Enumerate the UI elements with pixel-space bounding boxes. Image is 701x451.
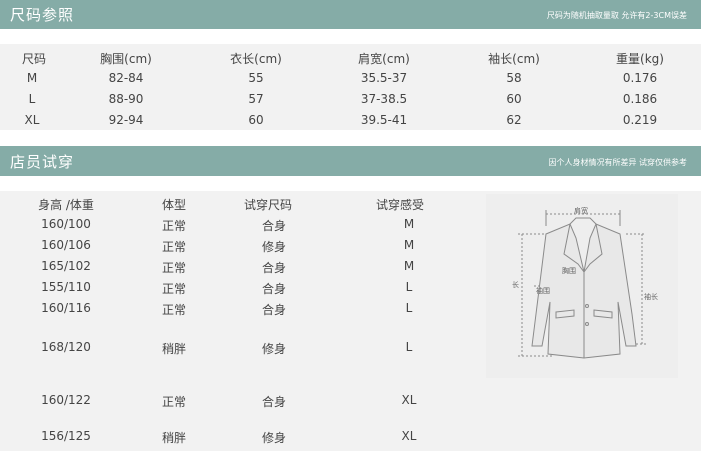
diagram-label-chest: 胸围 [562,267,576,275]
size-cell: 60 [506,92,522,106]
size-cell: 62 [506,113,522,127]
try-cell: 合身 [261,282,287,296]
size-cell: 37-38.5 [360,92,408,106]
try-section-banner: 店员试穿 因个人身材情况有所差异 试穿仅供参考 [0,146,701,176]
try-section-title: 店员试穿 [10,153,75,171]
try-cell: M [403,238,415,252]
try-cell: 合身 [261,219,287,233]
try-cell: 修身 [261,240,287,254]
try-cell: 正常 [161,219,187,233]
size-header-length: 衣长(cm) [230,52,282,66]
size-cell: 0.219 [622,113,658,127]
try-cell: 修身 [261,342,287,356]
size-cell: 60 [248,113,264,127]
size-cell: 0.186 [622,92,658,106]
size-cell: 35.5-37 [360,71,408,85]
size-cell: 92-94 [108,113,144,127]
try-cell: 160/116 [41,301,91,315]
size-cell: XL [24,113,40,127]
size-cell: 82-84 [108,71,144,85]
diagram-label-sleeve-hole: 袖围 [536,287,550,295]
try-cell: 正常 [161,395,187,409]
try-cell: 合身 [261,395,287,409]
try-cell: M [403,259,415,273]
jacket-measure-diagram: 肩宽 胸围 长 袖围 袖长 [486,194,678,378]
try-cell: 稍胖 [161,342,187,356]
try-cell: XL [401,393,417,407]
size-header-shoulder: 肩宽(cm) [358,52,410,66]
try-cell: 165/102 [41,259,91,273]
try-cell: 168/120 [41,340,91,354]
size-cell: 57 [248,92,264,106]
try-cell: 正常 [161,303,187,317]
size-section-note: 尺码为随机抽取量取 允许有2-3CM误差 [546,11,687,20]
size-cell: M [26,71,38,85]
size-cell: 88-90 [108,92,144,106]
size-cell: 0.176 [622,71,658,85]
try-header-body-type: 体型 [161,198,187,212]
size-cell: 58 [506,71,522,85]
size-section-banner: 尺码参照 尺码为随机抽取量取 允许有2-3CM误差 [0,0,701,29]
try-cell: L [405,280,413,294]
try-cell: L [405,301,413,315]
try-cell: 合身 [261,261,287,275]
try-cell: 155/110 [41,280,91,294]
try-header-size: 试穿尺码 [243,198,293,212]
size-cell: 55 [248,71,264,85]
try-cell: 156/125 [41,429,91,443]
size-section-title: 尺码参照 [10,6,75,24]
try-cell: 正常 [161,261,187,275]
diagram-label-shoulder: 肩宽 [574,207,588,215]
size-table: 尺码 胸围(cm) 衣长(cm) 肩宽(cm) 袖长(cm) 重量(kg) M … [0,44,701,130]
try-cell: 合身 [261,303,287,317]
try-cell: 160/100 [41,217,91,231]
size-cell: L [28,92,36,106]
try-header-feel: 试穿感受 [375,198,425,212]
try-cell: 正常 [161,282,187,296]
try-cell: 160/106 [41,238,91,252]
diagram-label-sleeve-length: 袖长 [644,293,658,301]
try-cell: 修身 [261,431,287,445]
try-cell: XL [401,429,417,443]
try-section-note: 因个人身材情况有所差异 试穿仅供参考 [548,158,687,167]
diagram-label-length: 长 [512,281,519,289]
size-header-size: 尺码 [22,52,47,66]
size-cell: 39.5-41 [360,113,408,127]
try-cell: 稍胖 [161,431,187,445]
size-header-sleeve: 袖长(cm) [488,52,540,66]
try-cell: 160/122 [41,393,91,407]
size-header-weight: 重量(kg) [616,52,664,66]
try-header-height-weight: 身高 /体重 [38,198,94,212]
try-cell: 正常 [161,240,187,254]
size-header-chest: 胸围(cm) [100,52,152,66]
try-cell: L [405,340,413,354]
try-cell: M [403,217,415,231]
